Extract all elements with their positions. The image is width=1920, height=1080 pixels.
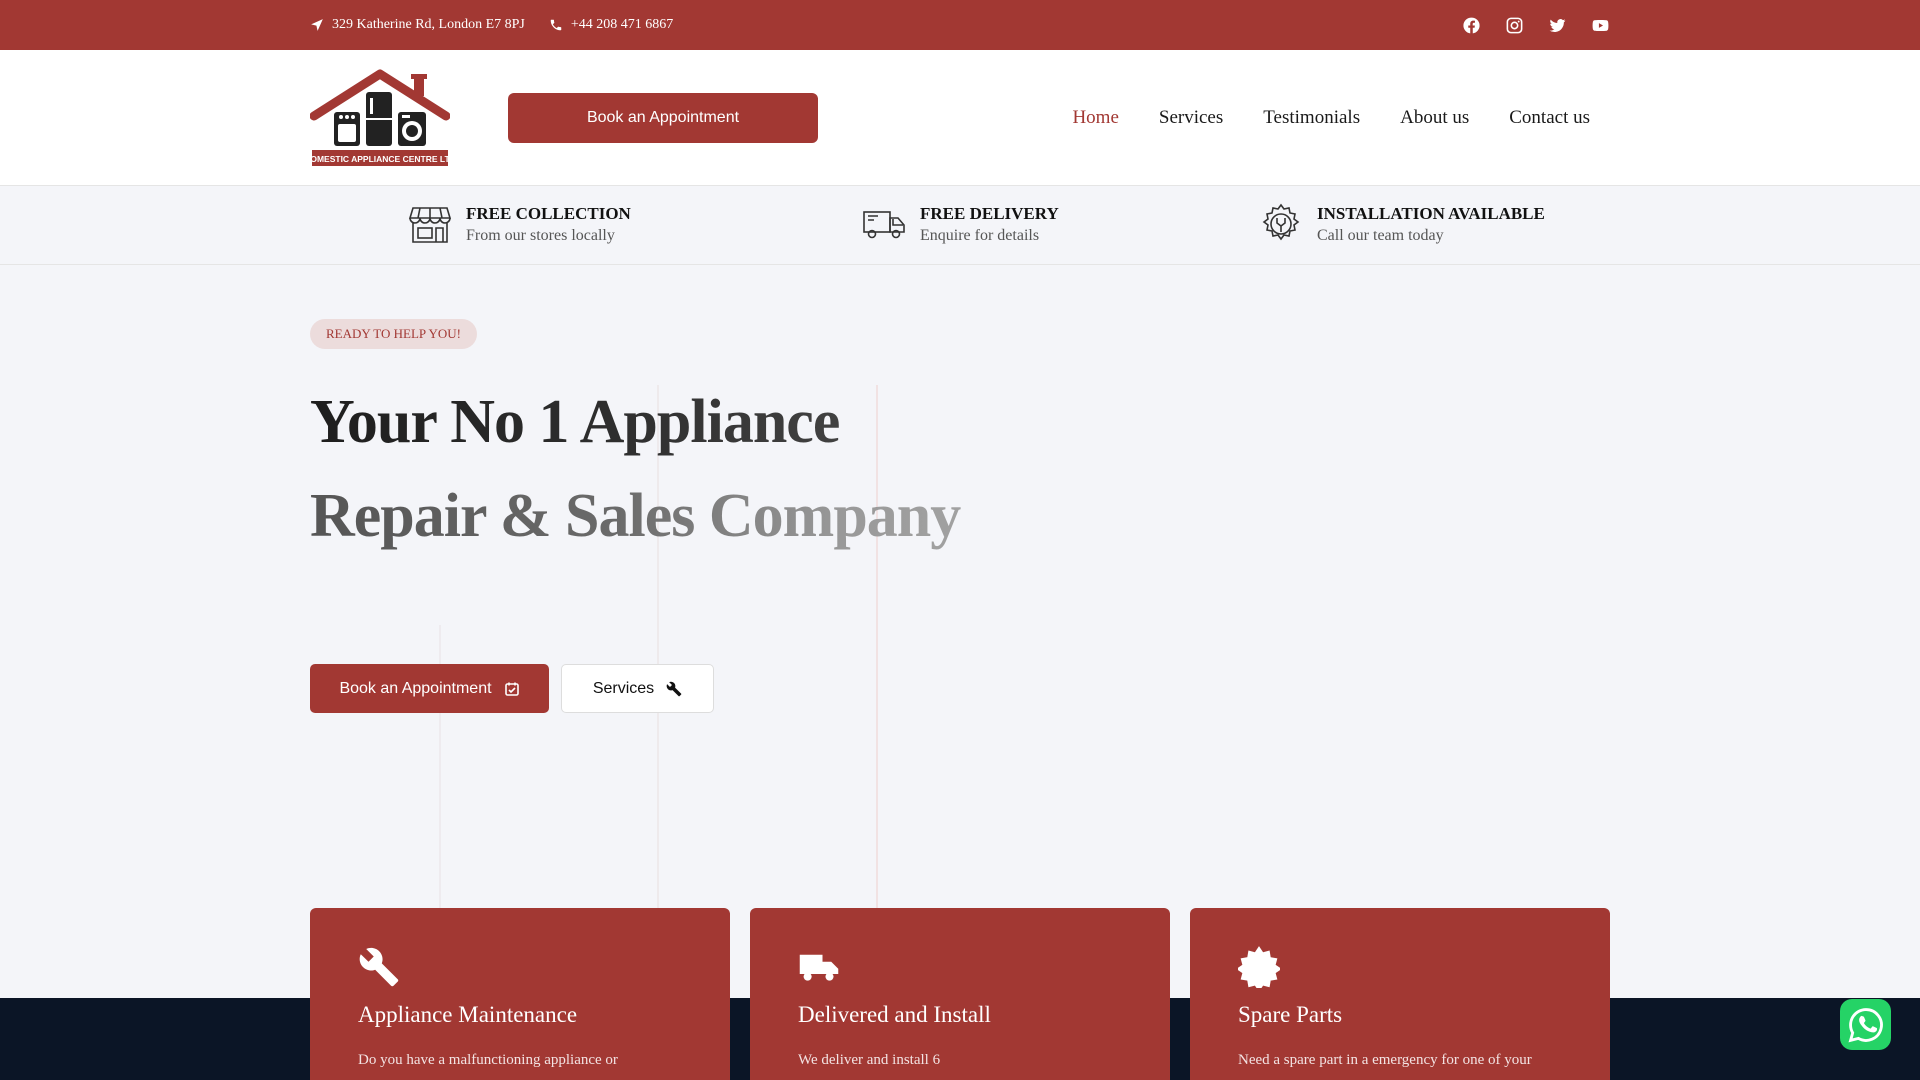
service-card-spare-parts[interactable]: Spare Parts Need a spare part in a emerg… <box>1190 908 1610 1080</box>
social-links <box>1462 16 1610 35</box>
logo-text: DOMESTIC APPLIANCE CENTRE LTD <box>310 154 450 164</box>
feature-title: INSTALLATION AVAILABLE <box>1317 203 1545 223</box>
hero-cta-row: Book an Appointment Services <box>310 664 714 713</box>
address-item: 329 Katherine Rd, London E7 8PJ <box>310 17 525 33</box>
whatsapp-icon <box>1848 1007 1883 1042</box>
feature-subtitle: Enquire for details <box>920 226 1040 244</box>
youtube-icon[interactable] <box>1591 16 1610 35</box>
nav-contact-us[interactable]: Contact us <box>1509 107 1590 129</box>
card-description: Do you have a malfunctioning appliance o… <box>358 1052 618 1068</box>
nav-services[interactable]: Services <box>1159 107 1223 129</box>
feature-free-collection: FREE COLLECTION From our stores locally <box>408 202 631 246</box>
nav-testimonials[interactable]: Testimonials <box>1263 107 1360 129</box>
company-logo[interactable]: DOMESTIC APPLIANCE CENTRE LTD <box>310 68 450 168</box>
service-card-delivery[interactable]: Delivered and Install We deliver and ins… <box>750 908 1170 1080</box>
phone-icon <box>550 19 562 31</box>
service-card-maintenance[interactable]: Appliance Maintenance Do you have a malf… <box>310 908 730 1080</box>
card-description: Need a spare part in a emergency for one… <box>1238 1052 1532 1068</box>
gear-wrench-icon <box>1262 203 1300 241</box>
whatsapp-button[interactable] <box>1840 999 1891 1050</box>
phone-item[interactable]: +44 208 471 6867 <box>549 17 673 33</box>
location-arrow-icon <box>311 19 323 31</box>
card-title: Delivered and Install <box>798 1002 991 1027</box>
hero-section: READY TO HELP YOU! Your No 1 Appliance R… <box>0 265 1920 998</box>
button-label: Book an Appointment <box>339 679 492 697</box>
feature-subtitle: From our stores locally <box>466 226 615 244</box>
feature-installation: INSTALLATION AVAILABLE Call our team tod… <box>1259 202 1545 246</box>
card-description: We deliver and install 6 <box>798 1052 941 1068</box>
card-title: Spare Parts <box>1238 1002 1343 1027</box>
button-label: Services <box>592 679 655 697</box>
header-book-appointment-button[interactable]: Book an Appointment <box>508 93 818 143</box>
truck-icon <box>863 211 905 239</box>
calendar-check-icon <box>504 682 519 696</box>
headline-line-2: Repair & Sales Company <box>310 469 1070 563</box>
feature-free-delivery: FREE DELIVERY Enquire for details <box>862 202 1059 246</box>
store-icon <box>408 207 452 243</box>
site-header: DOMESTIC APPLIANCE CENTRE LTD Book an Ap… <box>0 50 1920 186</box>
hero-book-appointment-button[interactable]: Book an Appointment <box>310 664 549 713</box>
nav-about-us[interactable]: About us <box>1400 107 1469 129</box>
top-bar: 329 Katherine Rd, London E7 8PJ +44 208 … <box>0 0 1920 50</box>
main-nav: Home Services Testimonials About us Cont… <box>1072 50 1590 186</box>
features-strip: FREE COLLECTION From our stores locally … <box>0 186 1920 265</box>
card-title: Appliance Maintenance <box>358 1002 578 1027</box>
headline-line-1: Your No 1 Appliance <box>310 375 1070 469</box>
contact-info: 329 Katherine Rd, London E7 8PJ +44 208 … <box>310 17 673 33</box>
facebook-icon[interactable] <box>1462 16 1481 35</box>
hero-headline: Your No 1 Appliance Repair & Sales Compa… <box>310 375 1070 563</box>
feature-title: FREE DELIVERY <box>920 203 1059 223</box>
feature-title: FREE COLLECTION <box>466 203 631 223</box>
wrench-icon <box>666 681 682 696</box>
wrench-icon <box>359 947 399 987</box>
address-text: 329 Katherine Rd, London E7 8PJ <box>332 17 525 32</box>
truck-icon <box>799 954 839 981</box>
phone-text: +44 208 471 6867 <box>570 17 674 32</box>
feature-subtitle: Call our team today <box>1317 226 1444 244</box>
gear-icon <box>1238 946 1280 988</box>
hero-badge: READY TO HELP YOU! <box>310 319 477 349</box>
twitter-icon[interactable] <box>1548 16 1567 35</box>
nav-home[interactable]: Home <box>1072 107 1118 129</box>
instagram-icon[interactable] <box>1505 16 1524 35</box>
hero-services-button[interactable]: Services <box>561 664 714 713</box>
